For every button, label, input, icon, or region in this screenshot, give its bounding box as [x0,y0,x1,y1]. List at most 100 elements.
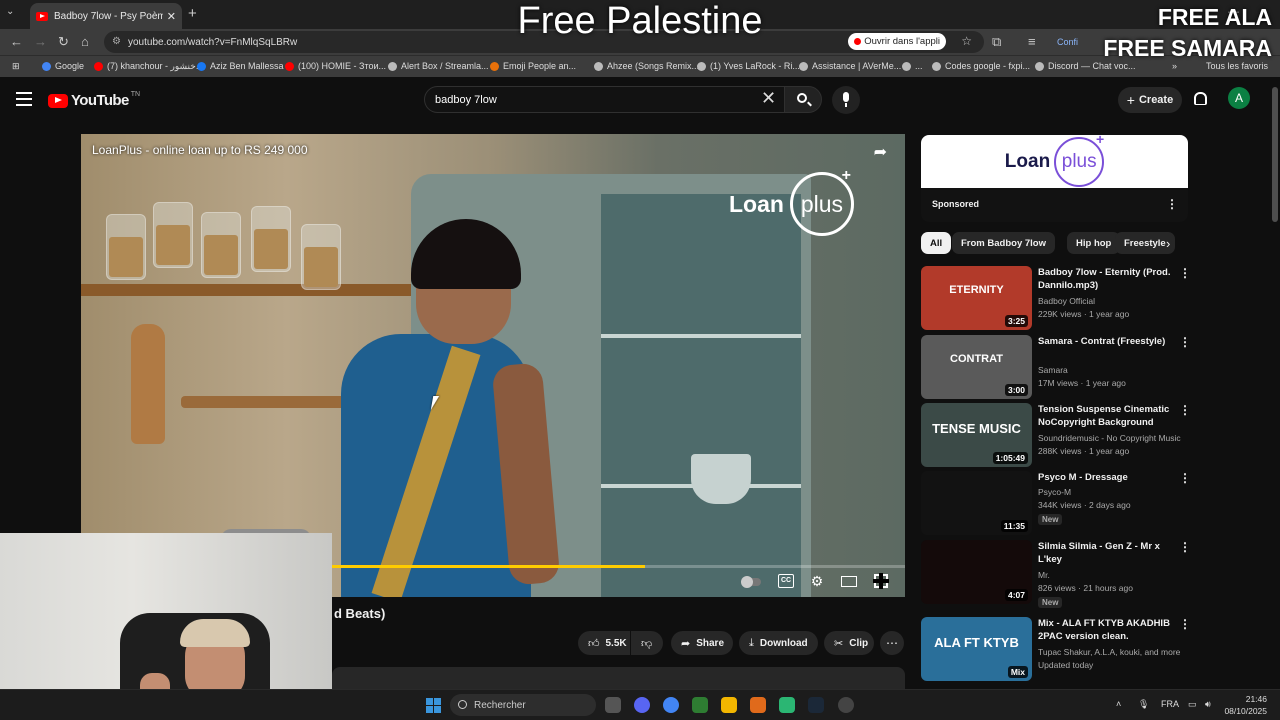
network-icon[interactable]: ▭ [1188,699,1197,710]
open-in-app-button[interactable]: Ouvrir dans l'appli [848,33,946,50]
settings-gear-icon[interactable]: ⚙ [809,574,825,588]
ad-title[interactable]: LoanPlus - online loan up to RS 249 000 [92,143,308,157]
bookmark-item[interactable]: Emoji People an... [490,61,576,71]
browser-tab-youtube[interactable]: Badboy 7low - Psy Poème (Prod ✕ [30,3,182,29]
back-arrow-icon[interactable]: ← [10,34,23,49]
chip-filter[interactable]: Hip hop [1067,232,1121,254]
youtube-logo[interactable]: YouTube TN [48,91,140,109]
video-thumbnail[interactable]: 11:35 [921,471,1032,535]
chip-filter[interactable]: From Badboy 7low [952,232,1055,254]
video-thumbnail[interactable]: ETERNITY 3:25 [921,266,1032,330]
site-info-icon[interactable]: ⚙ [112,36,121,47]
recommended-video[interactable]: ALA FT KTYB Mix Mix - ALA FT KTYB AKADHIB … [921,617,1191,681]
share-button[interactable]: ➦ Share [671,631,733,655]
fullscreen-icon[interactable] [873,573,889,589]
home-icon[interactable]: ⌂ [81,34,89,49]
channel-name[interactable]: Soundridemusic - No Copyright Music [1038,432,1181,445]
close-tab-icon[interactable]: ✕ [167,10,176,23]
more-actions-icon[interactable]: ⋯ [880,631,904,655]
taskbar-search-input[interactable]: Rechercher [450,694,596,716]
search-input[interactable]: badboy 7low [424,86,786,113]
create-button[interactable]: + Create [1118,87,1182,113]
discord-icon[interactable] [634,697,650,713]
url-bar[interactable]: ⚙ youtube.com/watch?v=FnMlqSqLBRw Ouvrir… [104,31,984,53]
bookmark-item[interactable]: Assistance | AVerMe... [799,61,901,71]
bookmark-item[interactable]: Codes google - fxpi... [932,61,1030,71]
theater-mode-icon[interactable] [841,576,857,587]
system-clock[interactable]: 21:46 08/10/2025 [1224,693,1267,717]
video-options-icon[interactable]: ⋮ [1179,335,1191,349]
task-view-icon[interactable] [605,697,621,713]
menu-hamburger-icon[interactable] [16,92,32,106]
video-options-icon[interactable]: ⋮ [1179,617,1191,631]
clip-button[interactable]: ✂ Clip [824,631,874,655]
chips-next-chevron-icon[interactable]: › [1166,236,1170,251]
channel-name[interactable]: Samara [1038,364,1068,377]
language-indicator[interactable]: FRA [1161,699,1179,709]
tab-search-chevron-icon[interactable]: ⌄ [6,6,14,17]
channel-name[interactable]: Badboy Official [1038,295,1095,308]
more-bookmarks-icon[interactable]: » [1172,61,1177,71]
recommended-video[interactable]: 4:07 Silmia Silmia - Gen Z - Mr x L'key Mr… [921,540,1191,608]
volume-icon[interactable]: 🔊︎ [1205,699,1211,710]
recommended-video[interactable]: ETERNITY 3:25 Badboy 7low - Eternity (Prod… [921,266,1191,330]
windows-start-icon[interactable] [426,698,441,713]
like-button[interactable]: 👍︎ 5.5K [578,631,630,655]
video-title[interactable]: Mix - ALA FT KTYB AKADHIB 2PAC version c… [1038,617,1173,645]
recommended-video[interactable]: CONTRAT 3:00 Samara - Contrat (Freestyle) S… [921,335,1191,399]
bookmark-item[interactable]: ... [902,61,923,71]
video-title[interactable]: Psyco M - Dressage [1038,471,1173,484]
reload-icon[interactable]: ↻ [58,34,69,50]
bookmark-item[interactable]: (7) khanchour - خنشور... [94,61,203,72]
video-options-icon[interactable]: ⋮ [1179,403,1191,417]
video-thumbnail[interactable]: 4:07 [921,540,1032,604]
ad-more-options-icon[interactable]: ⋮ [1166,197,1178,211]
bookmark-item[interactable]: Alert Box / Streamla... [388,61,489,71]
confidential-label[interactable]: Confi [1057,37,1078,47]
bookmark-star-icon[interactable]: ☆ [961,34,972,48]
apps-grid-icon[interactable]: ⊞ [12,61,20,72]
subtitles-cc-icon[interactable]: CC [778,574,794,588]
video-title[interactable]: Silmia Silmia - Gen Z - Mr x L'key [1038,540,1173,566]
file-explorer-icon[interactable] [721,697,737,713]
notifications-bell-icon[interactable] [1194,92,1207,105]
page-scrollbar[interactable] [1272,87,1278,222]
recommended-video[interactable]: TENSE MUSIC 1:05:49 Tension Suspense Cinem… [921,403,1191,467]
video-title[interactable]: Badboy 7low - Eternity (Prod. Dannilo.mp… [1038,266,1173,292]
search-button[interactable] [784,86,822,113]
video-title[interactable]: Tension Suspense Cinematic NoCopyright B… [1038,403,1173,431]
forward-arrow-icon[interactable]: → [34,34,47,49]
bookmark-item[interactable]: (100) HOMIE - Зтои... [285,61,386,71]
bookmark-item[interactable]: Ahzee (Songs Remix... [594,61,699,71]
avatar[interactable]: A [1228,87,1250,109]
tray-chevron-icon[interactable]: ˄ [1116,699,1121,709]
channel-name[interactable]: Mr. [1038,569,1050,582]
video-options-icon[interactable]: ⋮ [1179,540,1191,554]
video-thumbnail[interactable]: CONTRAT 3:00 [921,335,1032,399]
channel-name[interactable]: Psyco-M [1038,486,1071,499]
dislike-button[interactable]: 👎︎ [631,631,663,655]
extensions-puzzle-icon[interactable]: ⧉ [992,34,1001,50]
app-teal-icon[interactable] [779,697,795,713]
chrome-icon[interactable] [663,697,679,713]
app-orange-icon[interactable] [750,697,766,713]
steam-icon[interactable] [808,697,824,713]
bookmark-item[interactable]: Discord — Chat voc... [1035,61,1136,71]
obs-icon[interactable] [838,697,854,713]
chip-filter[interactable]: All [921,232,952,254]
bookmark-item[interactable]: Google [42,61,84,71]
reading-list-icon[interactable]: ≡ [1028,34,1036,49]
voice-search-mic-icon[interactable] [832,86,860,114]
clear-search-icon[interactable]: ✕ [761,89,776,107]
channel-name[interactable]: Tupac Shakur, A.L.A, kouki, and more [1038,646,1180,659]
download-button[interactable]: ⤓ Download [739,631,818,655]
app-green-icon[interactable] [692,697,708,713]
description-box[interactable] [332,667,905,689]
new-tab-plus-icon[interactable]: + [188,5,197,22]
video-thumbnail[interactable]: ALA FT KTYB Mix [921,617,1032,681]
video-thumbnail[interactable]: TENSE MUSIC 1:05:49 [921,403,1032,467]
all-bookmarks-folder[interactable]: Tous les favoris [1206,61,1268,71]
video-player[interactable]: LoanPlus - online loan up to RS 249 000 … [81,134,905,597]
bookmark-item[interactable]: (1) Yves LaRock - Ri... [697,61,800,71]
bookmark-item[interactable]: Aziz Ben Mallessa [197,61,284,71]
